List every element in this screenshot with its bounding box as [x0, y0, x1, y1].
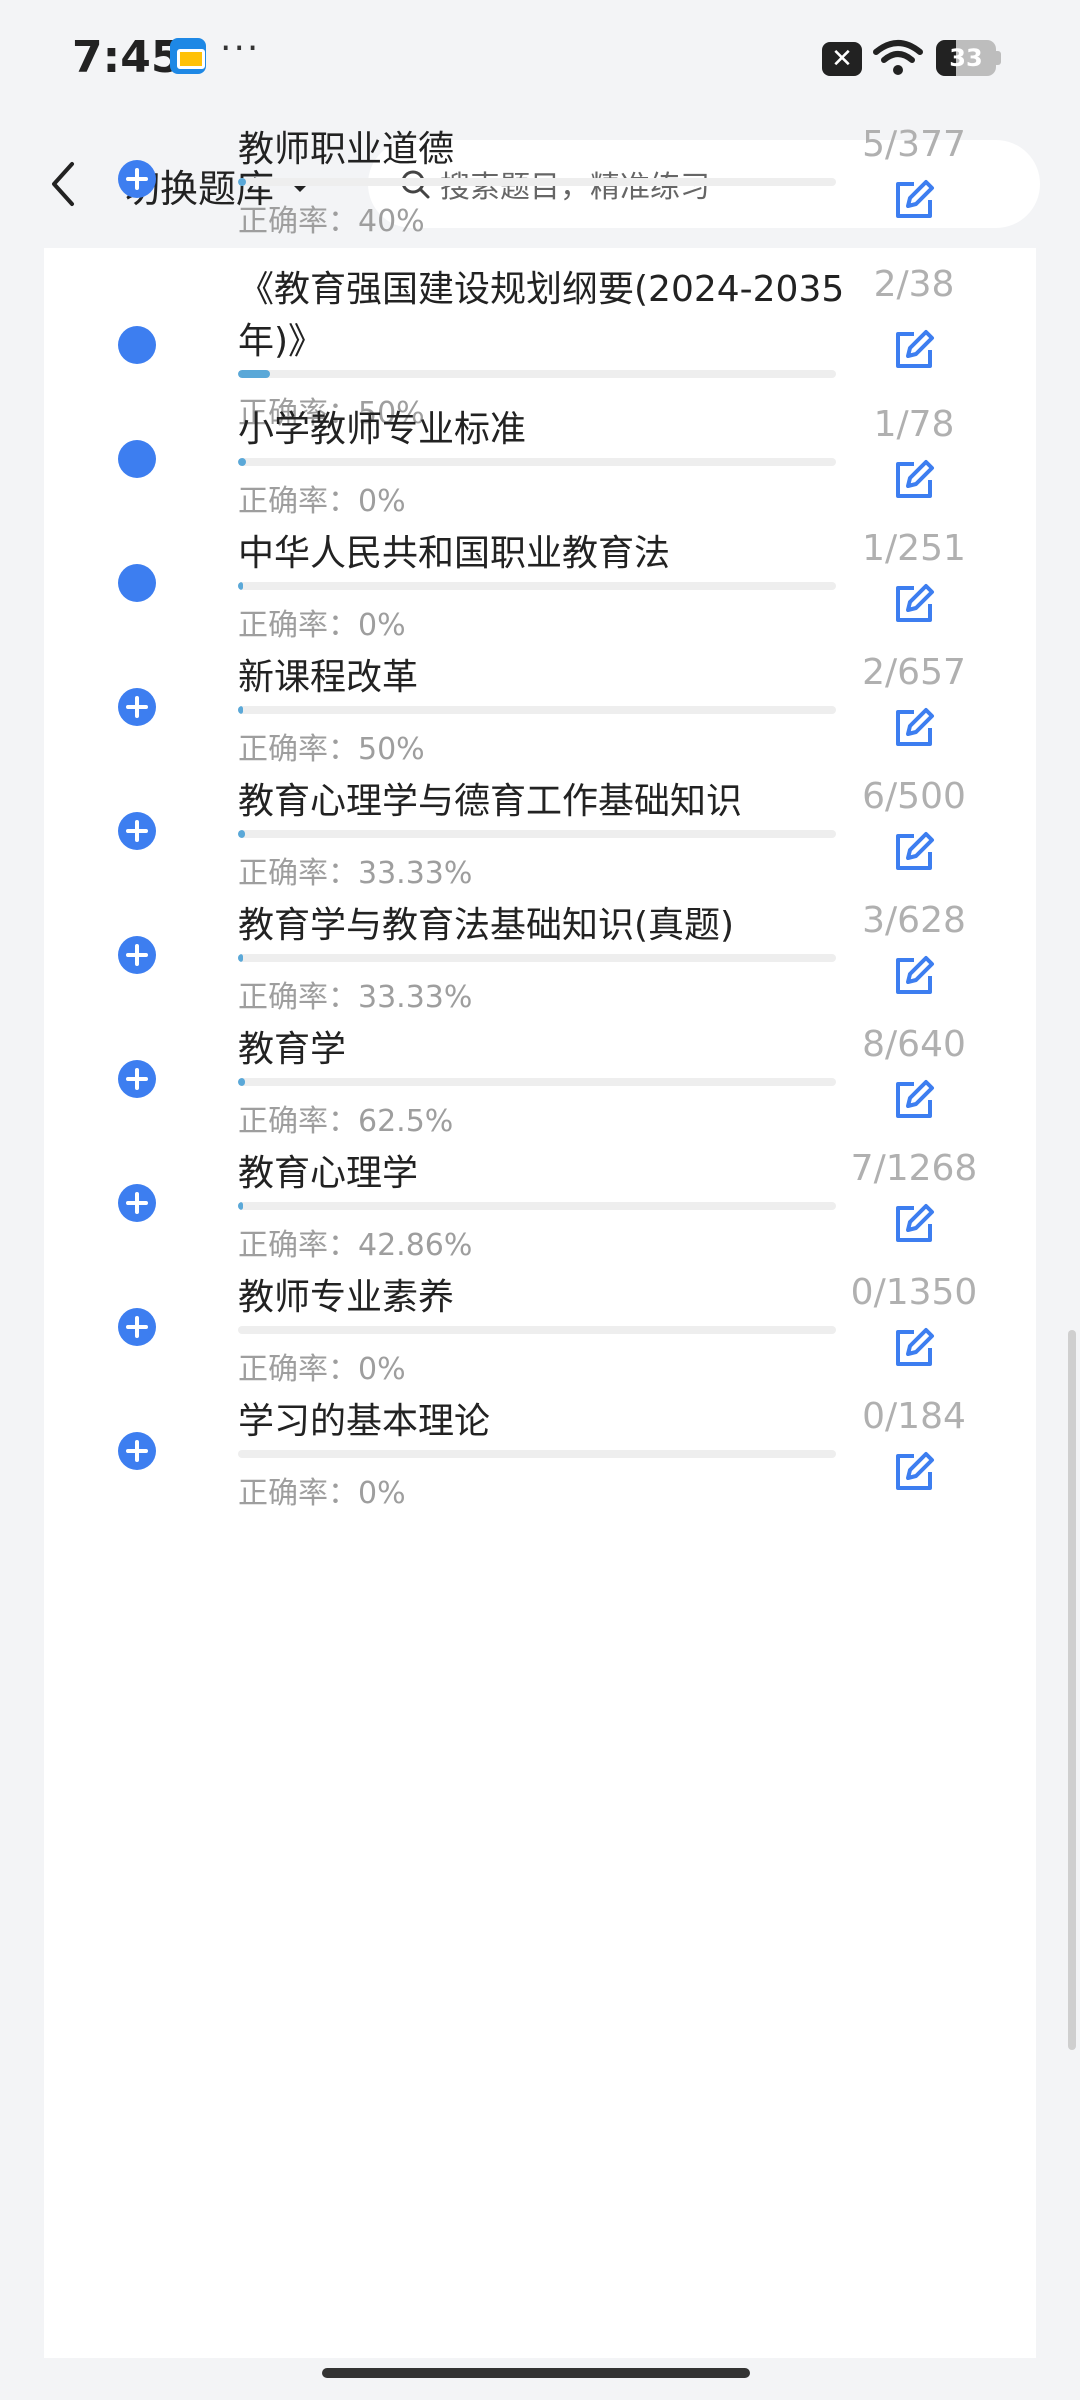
- progress-bar: [238, 458, 836, 466]
- question-bank-list: 教师职业道德正确率：40% 5/377 《教育强国建设规划纲要(2024-2035年…: [44, 124, 1036, 2358]
- scrollbar[interactable]: [1068, 1330, 1076, 2050]
- wifi-icon: [873, 40, 923, 75]
- no-sim-icon: ✕: [822, 42, 862, 76]
- edit-icon[interactable]: [892, 706, 936, 750]
- progress-bar: [238, 1450, 836, 1458]
- progress-count: 1/78: [873, 404, 955, 445]
- edit-icon[interactable]: [892, 830, 936, 874]
- progress-bar: [238, 1326, 836, 1334]
- edit-icon[interactable]: [892, 582, 936, 626]
- accuracy-text: 正确率：40%: [238, 204, 425, 239]
- progress-bar: [238, 830, 836, 838]
- plus-circle-icon[interactable]: [118, 1308, 156, 1346]
- progress-count: 5/377: [862, 124, 966, 165]
- edit-icon[interactable]: [892, 954, 936, 998]
- plus-circle-icon[interactable]: [118, 160, 156, 198]
- accuracy-text: 正确率：0%: [238, 1476, 406, 1511]
- dot-icon[interactable]: [118, 326, 156, 364]
- progress-bar: [238, 1078, 836, 1086]
- dot-icon[interactable]: [118, 440, 156, 478]
- accuracy-text: 正确率：33.33%: [238, 856, 473, 891]
- progress-count: 0/1350: [850, 1272, 978, 1313]
- progress-fill: [238, 458, 246, 466]
- item-title: 学习的基本理论: [238, 1401, 491, 1442]
- more-notifications-icon: ···: [220, 28, 261, 69]
- battery-level: 33: [949, 44, 983, 72]
- plus-circle-icon[interactable]: [118, 1060, 156, 1098]
- accuracy-text: 正确率：33.33%: [238, 980, 473, 1015]
- progress-count: 3/628: [862, 900, 966, 941]
- item-title: 教师专业素养: [238, 1277, 455, 1318]
- progress-fill: [238, 370, 270, 378]
- progress-bar: [238, 370, 836, 378]
- progress-count: 7/1268: [850, 1148, 978, 1189]
- plus-circle-icon[interactable]: [118, 812, 156, 850]
- progress-bar: [238, 954, 836, 962]
- plus-circle-icon[interactable]: [118, 1432, 156, 1470]
- progress-count: 1/251: [862, 528, 966, 569]
- progress-bar: [238, 582, 836, 590]
- progress-fill: [238, 582, 243, 590]
- progress-count: 2/657: [862, 652, 966, 693]
- edit-icon[interactable]: [892, 1450, 936, 1494]
- accuracy-text: 正确率：62.5%: [238, 1104, 454, 1139]
- item-title: 教育心理学: [238, 1153, 419, 1194]
- battery-icon: 33: [936, 40, 996, 76]
- item-title: 新课程改革: [238, 657, 419, 698]
- plus-circle-icon[interactable]: [118, 936, 156, 974]
- accuracy-text: 正确率：42.86%: [238, 1228, 473, 1263]
- status-bar: 7:45 ··· ✕ 33: [0, 0, 1080, 120]
- edit-icon[interactable]: [892, 328, 936, 372]
- accuracy-text: 正确率：0%: [238, 484, 406, 519]
- item-title: 教育学: [238, 1029, 347, 1070]
- edit-icon[interactable]: [892, 458, 936, 502]
- item-title: 教育学与教育法基础知识(真题): [238, 905, 735, 946]
- progress-count: 0/184: [862, 1396, 966, 1437]
- progress-bar: [238, 1202, 836, 1210]
- edit-icon[interactable]: [892, 1202, 936, 1246]
- edit-icon[interactable]: [892, 1078, 936, 1122]
- item-title: 中华人民共和国职业教育法: [238, 533, 671, 574]
- progress-fill: [238, 830, 246, 838]
- accuracy-text: 正确率：50%: [238, 732, 425, 767]
- accuracy-text: 正确率：0%: [238, 1352, 406, 1387]
- home-indicator[interactable]: [322, 2368, 750, 2378]
- progress-fill: [238, 1202, 243, 1210]
- progress-count: 6/500: [862, 776, 966, 817]
- list-item[interactable]: 学习的基本理论正确率：0% 0/184: [44, 1396, 1036, 1600]
- battery-tip: [996, 51, 1001, 65]
- plus-circle-icon[interactable]: [118, 688, 156, 726]
- progress-bar: [238, 706, 836, 714]
- item-title: 教育心理学与德育工作基础知识: [238, 781, 743, 822]
- progress-count: 2/38: [873, 264, 955, 305]
- page: 7:45 ··· ✕ 33 切换题库 搜索题目，精准练习 教师职业道德 正确率：…: [0, 0, 1080, 2400]
- progress-fill: [238, 178, 246, 186]
- accuracy-text: 正确率：0%: [238, 608, 406, 643]
- plus-circle-icon[interactable]: [118, 1184, 156, 1222]
- progress-bar: [238, 178, 836, 186]
- progress-fill: [238, 954, 243, 962]
- edit-icon[interactable]: [892, 178, 936, 222]
- progress-count: 8/640: [862, 1024, 966, 1065]
- wallet-app-icon: [170, 38, 206, 74]
- edit-icon[interactable]: [892, 1326, 936, 1370]
- progress-fill: [238, 1078, 246, 1086]
- status-time: 7:45: [72, 32, 182, 83]
- progress-fill: [238, 706, 243, 714]
- item-title: 小学教师专业标准: [238, 409, 527, 450]
- item-title: 《教育强国建设规划纲要(2024-2035年)》: [238, 269, 845, 362]
- dot-icon[interactable]: [118, 564, 156, 602]
- item-title: 教师职业道德: [238, 129, 455, 170]
